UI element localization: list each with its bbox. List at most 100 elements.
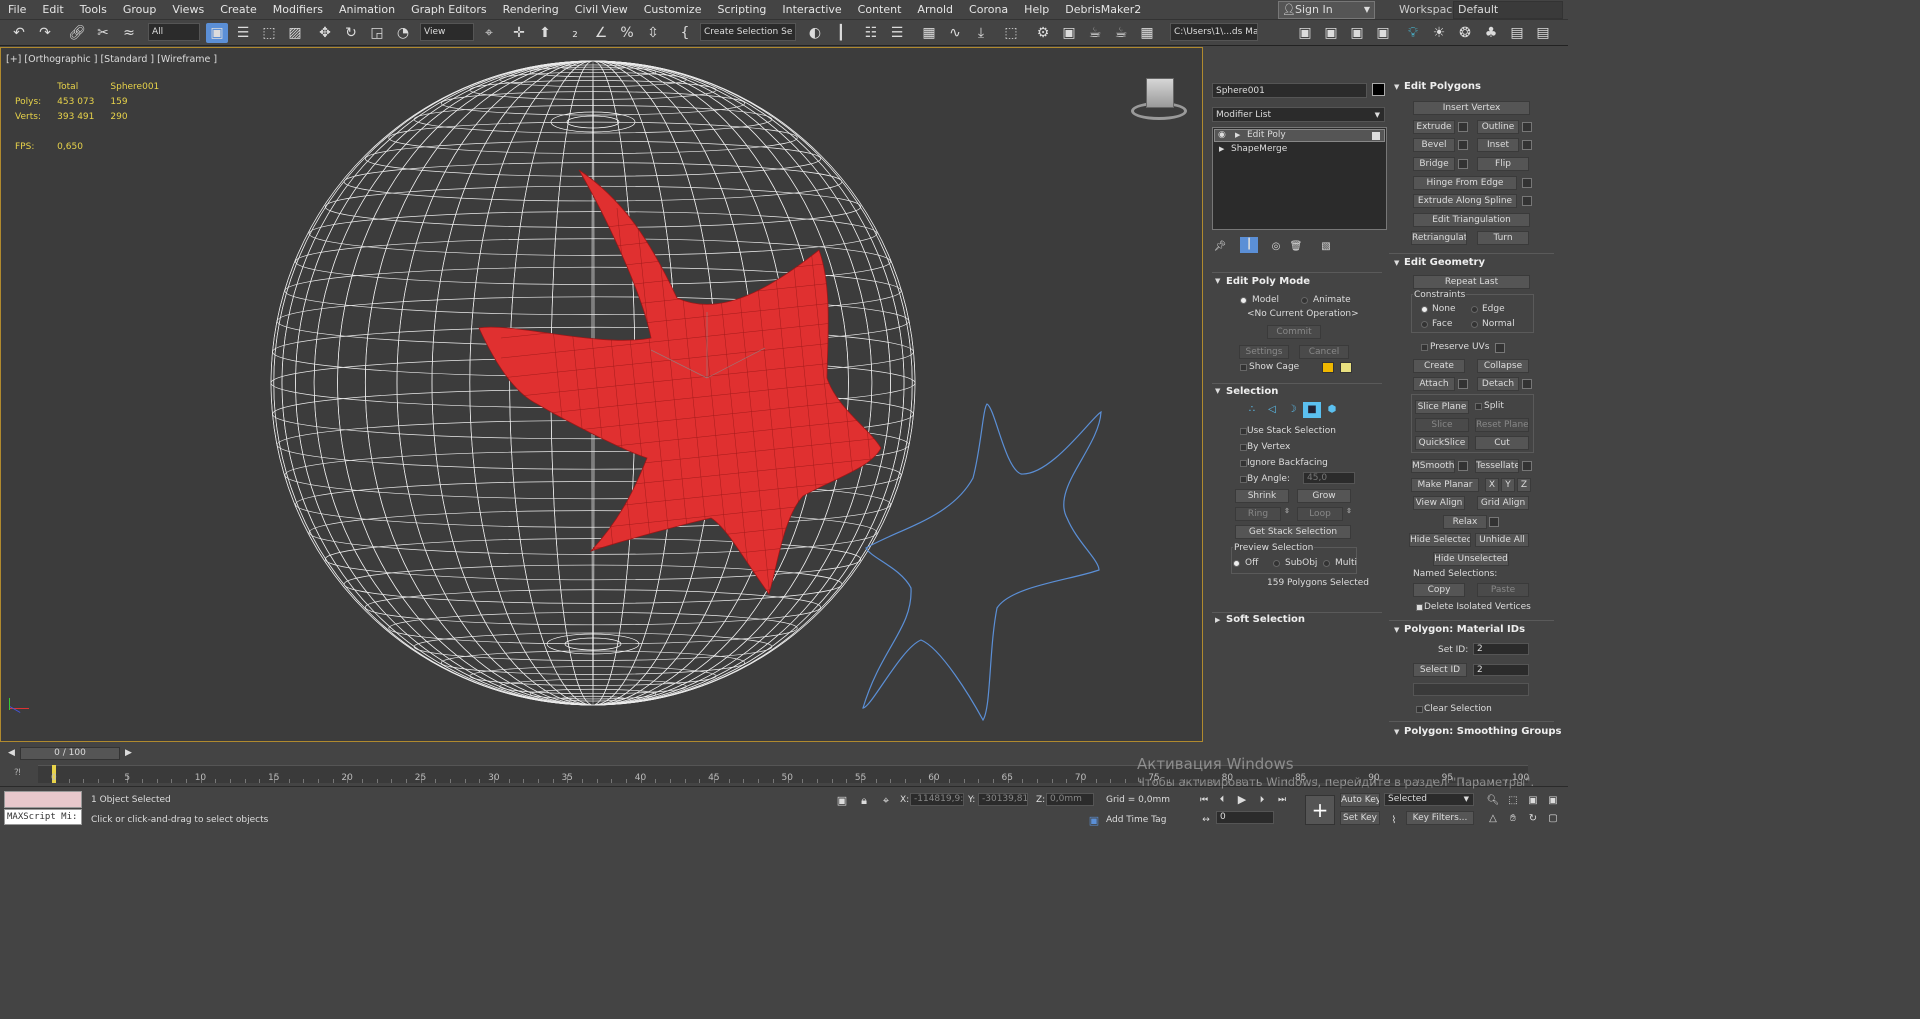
collapse-arrow-icon[interactable]: ▼ [1394,626,1399,634]
turn-button[interactable]: Turn [1477,231,1529,245]
shrink-button[interactable]: Shrink [1235,489,1289,503]
menu-graph-editors[interactable]: Graph Editors [403,3,495,16]
menu-customize[interactable]: Customize [636,3,710,16]
perspective-viewport[interactable]: [+] [Orthographic ] [Standard ] [Wirefra… [0,47,1203,742]
menu-help[interactable]: Help [1016,3,1057,16]
previous-frame-icon[interactable]: ⏴︎ [1214,790,1230,810]
tessellate-settings-icon[interactable] [1522,461,1532,471]
spinner-snap-icon[interactable]: ⇳ [642,23,664,43]
get-stack-selection-button[interactable]: Get Stack Selection [1235,525,1351,539]
zoom-extents-all-icon[interactable]: ▣ [1544,791,1562,811]
planar-z-button[interactable]: Z [1517,478,1531,492]
inset-button[interactable]: Inset [1477,138,1519,152]
bridge-settings-icon[interactable] [1458,159,1468,169]
auto-key-button[interactable]: Auto Key [1340,793,1380,807]
extrude-along-spline-button[interactable]: Extrude Along Spline [1413,194,1517,208]
x-coordinate-field[interactable]: -114819,9: [910,793,964,806]
edit-triangulation-button[interactable]: Edit Triangulation [1413,213,1530,227]
remove-modifier-icon[interactable]: 🗑︎ [1288,237,1304,257]
hinge-settings-icon[interactable] [1522,178,1532,188]
preview-subobj-radio[interactable] [1273,560,1280,567]
field-of-view-icon[interactable]: △ [1484,809,1502,829]
container-close-icon[interactable]: ▣ [1346,23,1368,43]
zoom-all-icon[interactable]: ⬚ [1504,791,1522,811]
edit-polygons-title[interactable]: Edit Polygons [1404,81,1481,92]
pan-view-icon[interactable]: ✋︎ [1504,809,1522,829]
render-setup-icon[interactable]: ⚙ [1032,23,1054,43]
render-iterative-icon[interactable]: ☕ [1110,23,1132,43]
select-by-name-icon[interactable]: ☰ [232,23,254,43]
y-coordinate-field[interactable]: -30139,81: [978,793,1028,806]
edit-poly-mode-title[interactable]: Edit Poly Mode [1226,276,1310,287]
detach-button[interactable]: Detach [1477,377,1519,391]
key-mode-icon[interactable]: ↔ [1198,810,1214,830]
curve-editor-icon[interactable]: ∿ [944,23,966,43]
detach-settings-icon[interactable] [1522,379,1532,389]
reset-plane-button[interactable]: Reset Plane [1475,418,1529,432]
bevel-settings-icon[interactable] [1458,140,1468,150]
unhide-all-button[interactable]: Unhide All [1475,533,1529,547]
loop-button[interactable]: Loop [1297,507,1343,521]
planar-y-button[interactable]: Y [1501,478,1515,492]
collapse-arrow-icon[interactable]: ▼ [1394,83,1399,91]
relax-settings-icon[interactable] [1489,517,1499,527]
use-stack-selection-checkbox[interactable] [1240,428,1247,435]
element-level-icon[interactable]: ⬢ [1323,402,1341,418]
model-radio[interactable] [1240,297,1247,304]
tessellate-button[interactable]: Tessellate [1475,459,1519,473]
constraint-normal-radio[interactable] [1471,321,1478,328]
ring-button[interactable]: Ring [1235,507,1281,521]
menu-file[interactable]: File [0,3,34,16]
hide-unselected-button[interactable]: Hide Unselected [1433,552,1509,566]
expand-arrow-icon[interactable]: ▶ [1215,616,1220,624]
next-frame-icon[interactable]: ▶ [125,748,132,758]
go-to-start-icon[interactable]: ⏮︎ [1196,790,1212,810]
sun-icon[interactable]: ☀ [1428,23,1450,43]
go-to-end-icon[interactable]: ⏭︎ [1274,790,1290,810]
next-key-icon[interactable]: ⏵︎ [1254,790,1270,810]
rendered-frame-icon[interactable]: ▣ [1058,23,1080,43]
panel-icon[interactable]: ▤ [1506,23,1528,43]
by-vertex-checkbox[interactable] [1240,444,1247,451]
pin-stack-icon[interactable]: 📌︎ [1212,237,1228,257]
absolute-mode-icon[interactable]: ⌖ [878,791,894,811]
workspace-dropdown[interactable]: Default [1453,1,1563,19]
material-editor-icon[interactable]: ⬚ [1000,23,1022,43]
stack-item-shapemerge[interactable]: ▶ ShapeMerge [1214,144,1385,157]
render-production-icon[interactable]: ☕ [1084,23,1106,43]
cage-color-swatch[interactable] [1322,362,1334,373]
inset-settings-icon[interactable] [1522,140,1532,150]
material-ids-title[interactable]: Polygon: Material IDs [1404,624,1525,635]
pivot-center-icon[interactable]: ⌖ [478,23,500,43]
collapse-arrow-icon[interactable]: ▼ [1394,259,1399,267]
angle-snap-icon[interactable]: ∠ [590,23,612,43]
edit-geometry-title[interactable]: Edit Geometry [1404,257,1485,268]
collapse-arrow-icon[interactable]: ▼ [1215,277,1220,285]
menu-content[interactable]: Content [850,3,910,16]
grid-align-button[interactable]: Grid Align [1477,496,1529,510]
extrude-button[interactable]: Extrude [1413,120,1455,134]
animate-radio[interactable] [1301,297,1308,304]
mirror-icon[interactable]: ◐ [804,23,826,43]
view-align-button[interactable]: View Align [1413,496,1465,510]
menu-modifiers[interactable]: Modifiers [265,3,331,16]
sign-in-dropdown[interactable]: 👤︎ Sign In ▼ [1278,1,1375,19]
container-open-icon[interactable]: ▣ [1320,23,1342,43]
menu-corona[interactable]: Corona [961,3,1016,16]
rect-selection-icon[interactable]: ⬚ [258,23,280,43]
retriangulate-button[interactable]: Retriangulate [1411,231,1467,245]
polygon-level-icon[interactable]: ■ [1303,402,1321,418]
preserve-uvs-checkbox[interactable] [1421,344,1428,351]
object-color-swatch[interactable] [1372,83,1385,96]
preserve-uvs-settings-icon[interactable] [1495,343,1505,353]
menu-civil-view[interactable]: Civil View [567,3,636,16]
constraint-face-radio[interactable] [1421,321,1428,328]
play-icon[interactable]: ▶ [1234,790,1250,810]
ignore-backfacing-checkbox[interactable] [1240,460,1247,467]
container-icon[interactable]: ▣ [1294,23,1316,43]
selection-title[interactable]: Selection [1226,386,1278,397]
project-path-dropdown[interactable]: C:\Users\1\...ds Max 2020 [1170,23,1258,41]
layer-explorer-icon[interactable]: ☰ [886,23,908,43]
zoom-icon[interactable]: 🔍︎ [1484,791,1502,811]
configure-sets-icon[interactable]: ▧ [1318,237,1334,257]
